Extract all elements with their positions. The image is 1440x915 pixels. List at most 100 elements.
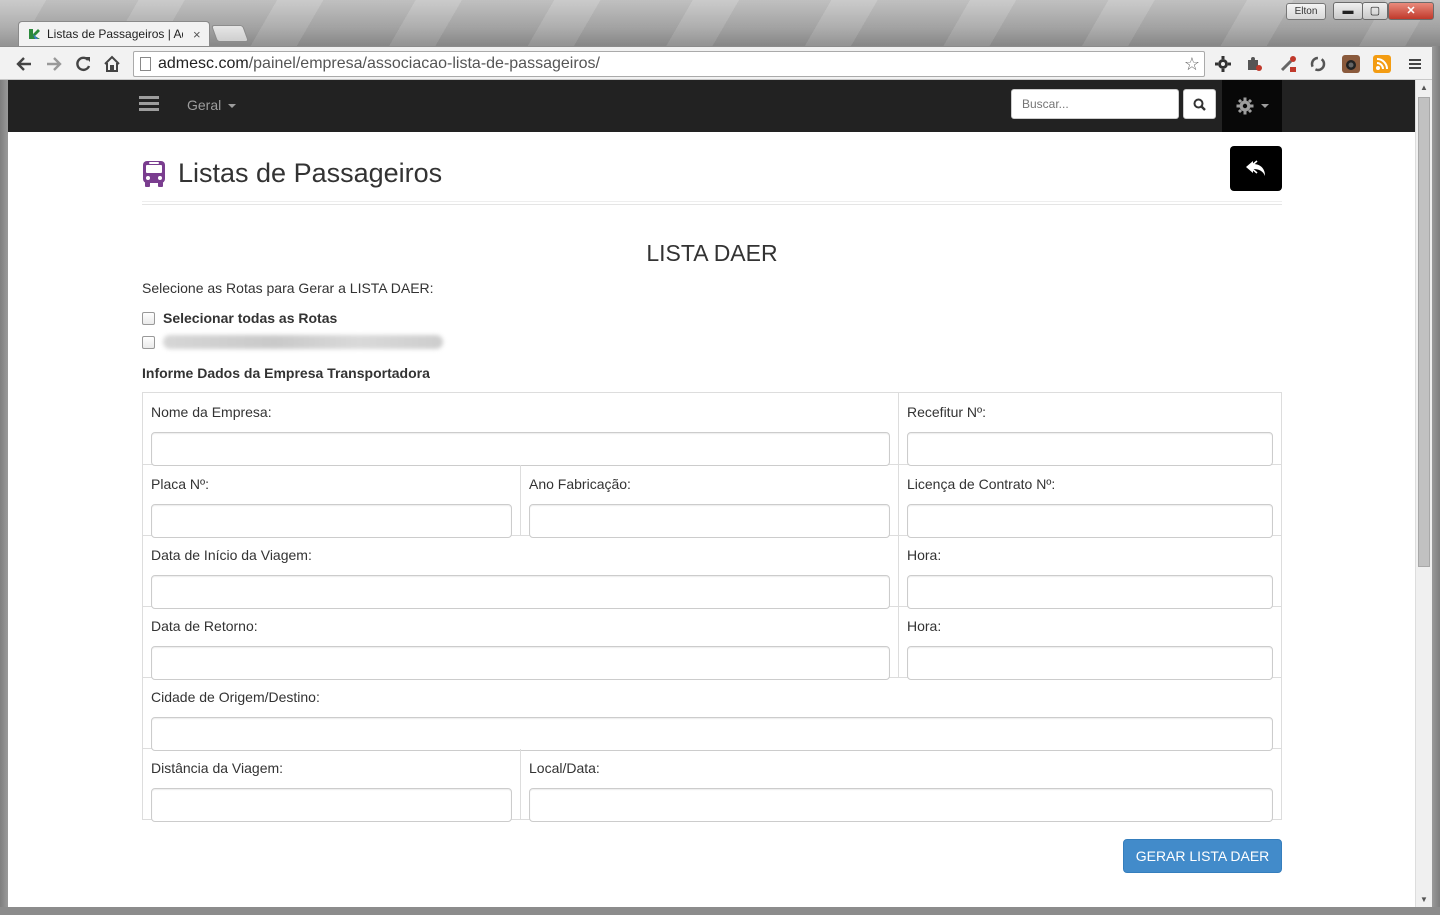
- local-data-input[interactable]: [529, 788, 1273, 822]
- eyedropper-extension-icon[interactable]: [1277, 53, 1299, 75]
- placa-input[interactable]: [151, 504, 512, 538]
- form-row: Data de Início da Viagem: Hora:: [143, 535, 1281, 609]
- caret-down-icon: [228, 104, 237, 109]
- field-recefitur: Recefitur Nº:: [898, 393, 1281, 466]
- company-section-label: Informe Dados da Empresa Transportadora: [142, 365, 430, 381]
- nome-empresa-input[interactable]: [151, 432, 890, 466]
- main-content: Listas de Passageiros LISTA DAER Selecio…: [142, 132, 1282, 873]
- gear-icon: [1236, 97, 1253, 115]
- field-label: Ano Fabricação:: [529, 476, 631, 492]
- form-row: Distância da Viagem: Local/Data:: [143, 748, 1281, 822]
- window-frame-bottom: [0, 907, 1440, 915]
- reply-icon: [1246, 159, 1265, 176]
- scroll-down-icon[interactable]: ▼: [1420, 895, 1428, 904]
- nav-dropdown-geral[interactable]: Geral: [187, 97, 237, 113]
- browser-toolbar: admesc.com/painel/empresa/associacao-lis…: [0, 46, 1440, 80]
- field-hora-inicio: Hora:: [898, 536, 1281, 609]
- field-local-data: Local/Data:: [520, 749, 1281, 822]
- top-navbar: Geral: [8, 80, 1415, 132]
- field-label: Recefitur Nº:: [907, 404, 987, 420]
- sync-extension-icon[interactable]: [1307, 53, 1329, 75]
- field-label: Licença de Contrato Nº:: [907, 476, 1056, 492]
- form-row: Nome da Empresa: Recefitur Nº:: [143, 393, 1281, 466]
- page-document-icon: [140, 57, 151, 71]
- search-button[interactable]: [1183, 89, 1216, 119]
- select-all-routes-row: Selecionar todas as Rotas: [142, 310, 337, 326]
- new-tab-button[interactable]: [210, 25, 250, 42]
- puzzle-extension-icon[interactable]: [1243, 53, 1265, 75]
- field-licenca-contrato: Licença de Contrato Nº:: [898, 465, 1281, 538]
- tab-close-icon[interactable]: ×: [193, 27, 201, 42]
- select-all-checkbox[interactable]: [142, 311, 155, 325]
- settings-dropdown[interactable]: [1222, 80, 1282, 132]
- gerar-lista-button[interactable]: GERAR LISTA DAER: [1123, 839, 1282, 873]
- browser-tab[interactable]: Listas de Passageiros | Adm ×: [18, 21, 210, 46]
- field-data-retorno: Data de Retorno:: [143, 607, 898, 680]
- forward-arrow-icon[interactable]: [43, 53, 65, 75]
- page-header: Listas de Passageiros: [142, 132, 1282, 205]
- tab-title: Listas de Passageiros | Adm: [47, 27, 183, 41]
- close-window-button[interactable]: ✕: [1388, 2, 1434, 20]
- scroll-up-icon[interactable]: ▲: [1420, 83, 1428, 92]
- bookmark-star-icon[interactable]: ☆: [1184, 52, 1200, 76]
- back-arrow-icon[interactable]: [13, 53, 35, 75]
- field-hora-retorno: Hora:: [898, 607, 1281, 680]
- chrome-menu-icon[interactable]: [1404, 53, 1426, 75]
- cidade-origem-destino-input[interactable]: [151, 717, 1273, 751]
- page-title: Listas de Passageiros: [178, 158, 443, 188]
- company-form: Nome da Empresa: Recefitur Nº: Placa Nº:…: [142, 392, 1282, 822]
- field-data-inicio: Data de Início da Viagem:: [143, 536, 898, 609]
- caret-down-icon: [1260, 104, 1269, 108]
- address-bar[interactable]: admesc.com/painel/empresa/associacao-lis…: [133, 51, 1205, 77]
- minimize-button[interactable]: ▬: [1333, 2, 1363, 20]
- ano-fabricacao-input[interactable]: [529, 504, 890, 538]
- hamburger-menu-icon[interactable]: [139, 96, 159, 116]
- bus-icon: [143, 161, 165, 187]
- field-label: Data de Retorno:: [151, 618, 258, 634]
- field-label: Distância da Viagem:: [151, 760, 284, 776]
- maximize-button[interactable]: ▢: [1362, 2, 1388, 20]
- search-input[interactable]: [1011, 89, 1179, 119]
- data-retorno-input[interactable]: [151, 646, 890, 680]
- hora-inicio-input[interactable]: [907, 575, 1273, 609]
- back-button[interactable]: [1230, 146, 1282, 191]
- browser-titlebar: Listas de Passageiros | Adm × Elton ▬ ▢ …: [0, 0, 1440, 46]
- recefitur-input[interactable]: [907, 432, 1273, 466]
- home-icon[interactable]: [101, 53, 123, 75]
- field-label: Data de Início da Viagem:: [151, 547, 312, 563]
- gear-extension-icon[interactable]: [1212, 53, 1234, 75]
- route-checkbox[interactable]: [142, 335, 155, 349]
- scrollbar-thumb[interactable]: [1418, 97, 1430, 567]
- search-icon: [1193, 98, 1206, 111]
- hora-retorno-input[interactable]: [907, 646, 1273, 680]
- site-favicon-icon: [27, 27, 41, 41]
- field-ano-fabricacao: Ano Fabricação:: [520, 465, 898, 538]
- section-title: LISTA DAER: [646, 240, 778, 266]
- route-label-redacted: [163, 335, 443, 349]
- window-frame-right: [1432, 46, 1440, 915]
- licenca-contrato-input[interactable]: [907, 504, 1273, 538]
- data-inicio-input[interactable]: [151, 575, 890, 609]
- form-row: Placa Nº: Ano Fabricação: Licença de Con…: [143, 464, 1281, 538]
- rss-extension-icon[interactable]: [1371, 53, 1393, 75]
- page-scrollbar[interactable]: ▲ ▼: [1415, 80, 1432, 907]
- reload-icon[interactable]: [72, 53, 94, 75]
- field-placa: Placa Nº:: [143, 465, 520, 538]
- url-host: admesc.com: [158, 55, 249, 72]
- field-label: Hora:: [907, 547, 942, 563]
- select-all-label: Selecionar todas as Rotas: [163, 310, 338, 326]
- field-label: Cidade de Origem/Destino:: [151, 689, 320, 705]
- distancia-viagem-input[interactable]: [151, 788, 512, 822]
- form-row: Cidade de Origem/Destino:: [143, 677, 1281, 751]
- field-label: Placa Nº:: [151, 476, 210, 492]
- camera-extension-icon[interactable]: [1340, 53, 1362, 75]
- form-row: Data de Retorno: Hora:: [143, 606, 1281, 680]
- field-cidade-origem-destino: Cidade de Origem/Destino:: [143, 678, 1281, 751]
- route-option-row: [142, 335, 443, 349]
- field-nome-empresa: Nome da Empresa:: [143, 393, 898, 466]
- nav-dropdown-label: Geral: [187, 97, 222, 113]
- page-viewport: Geral Listas de Passageiros LISTA DAER: [8, 80, 1415, 907]
- user-badge[interactable]: Elton: [1286, 3, 1326, 20]
- field-label: Nome da Empresa:: [151, 404, 272, 420]
- field-label: Hora:: [907, 618, 942, 634]
